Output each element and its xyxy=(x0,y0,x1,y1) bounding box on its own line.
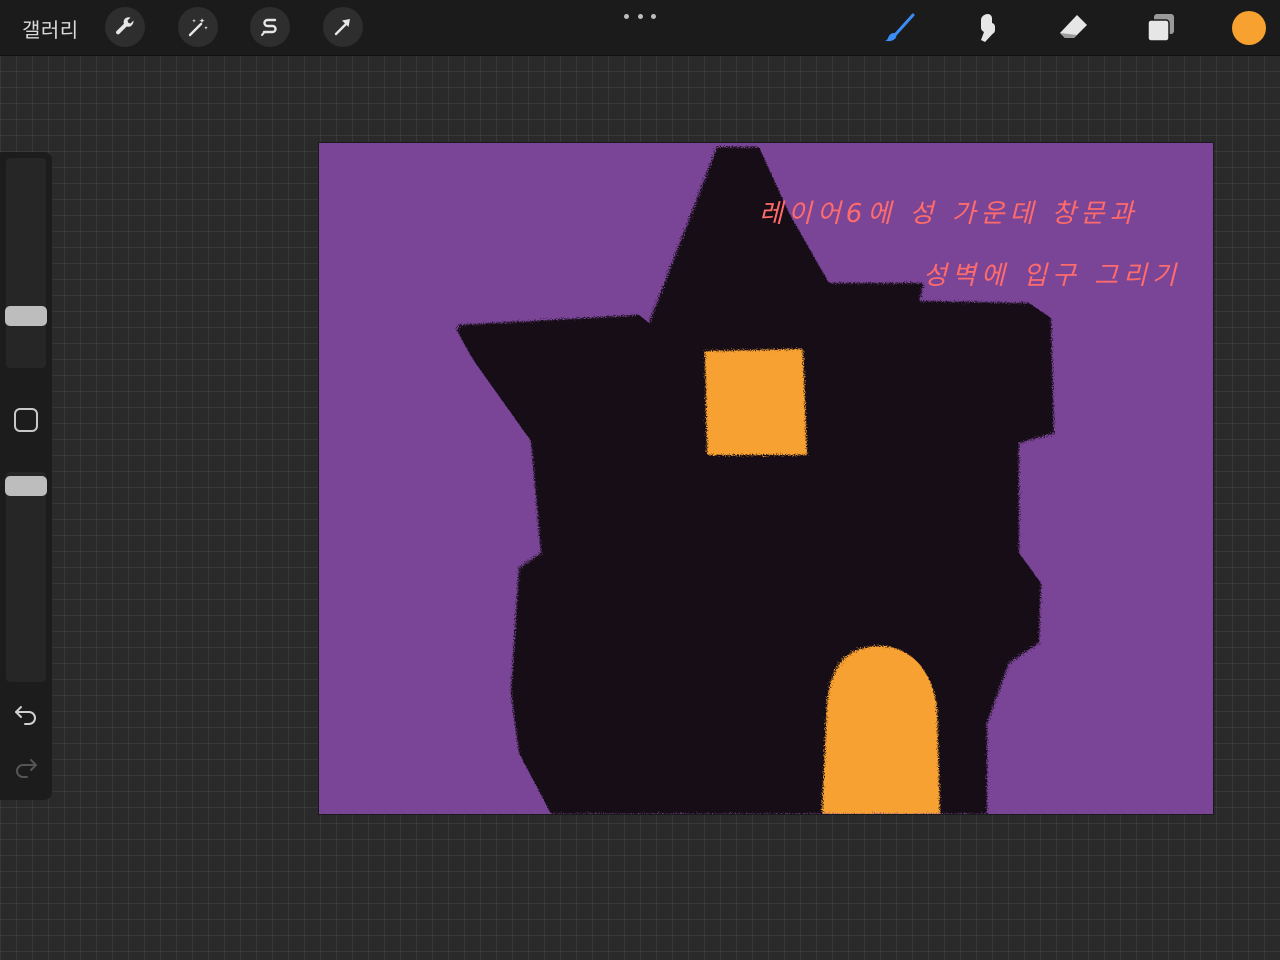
smudge-icon xyxy=(981,14,995,42)
castle-artwork xyxy=(457,147,1054,814)
layers-icon xyxy=(1147,14,1174,42)
instruction-note-line-1: 레이어6에 성 가운데 창문과 xyxy=(759,199,1139,229)
castle-silhouette xyxy=(457,147,1054,814)
selection-s-icon xyxy=(261,18,277,36)
castle-door xyxy=(822,646,940,814)
square-icon[interactable] xyxy=(14,408,38,432)
magic-wand-icon xyxy=(188,18,208,37)
drawing-canvas[interactable]: 레이어6에 성 가운데 창문과 성벽에 입구 그리기 xyxy=(319,143,1213,814)
brush-size-slider[interactable] xyxy=(5,158,47,368)
actions-button[interactable] xyxy=(105,7,145,47)
undo-icon xyxy=(15,706,36,725)
ellipsis-icon[interactable] xyxy=(624,6,656,26)
redo-icon xyxy=(16,759,37,778)
adjustments-button[interactable] xyxy=(178,7,218,47)
brush-icon xyxy=(885,13,915,42)
top-toolbar: 갤러리 xyxy=(0,0,1280,56)
redo-button[interactable] xyxy=(12,755,40,779)
left-sidebar xyxy=(0,152,52,800)
layers-button[interactable] xyxy=(1141,8,1181,48)
brush-tool-button[interactable] xyxy=(880,8,920,48)
arrow-cursor-icon xyxy=(334,19,350,36)
undo-button[interactable] xyxy=(12,702,40,726)
eraser-icon xyxy=(1060,15,1087,38)
opacity-slider[interactable] xyxy=(5,472,47,682)
selection-button[interactable] xyxy=(250,7,290,47)
transform-button[interactable] xyxy=(323,7,363,47)
opacity-handle[interactable] xyxy=(5,476,47,496)
smudge-tool-button[interactable] xyxy=(966,8,1006,48)
gallery-button[interactable]: 갤러리 xyxy=(22,14,79,43)
color-picker-button[interactable] xyxy=(1232,11,1266,45)
castle-window xyxy=(705,349,807,455)
wrench-icon xyxy=(116,17,134,35)
brush-size-handle[interactable] xyxy=(5,306,47,326)
instruction-note-line-2: 성벽에 입구 그리기 xyxy=(923,261,1181,291)
eraser-tool-button[interactable] xyxy=(1053,8,1093,48)
